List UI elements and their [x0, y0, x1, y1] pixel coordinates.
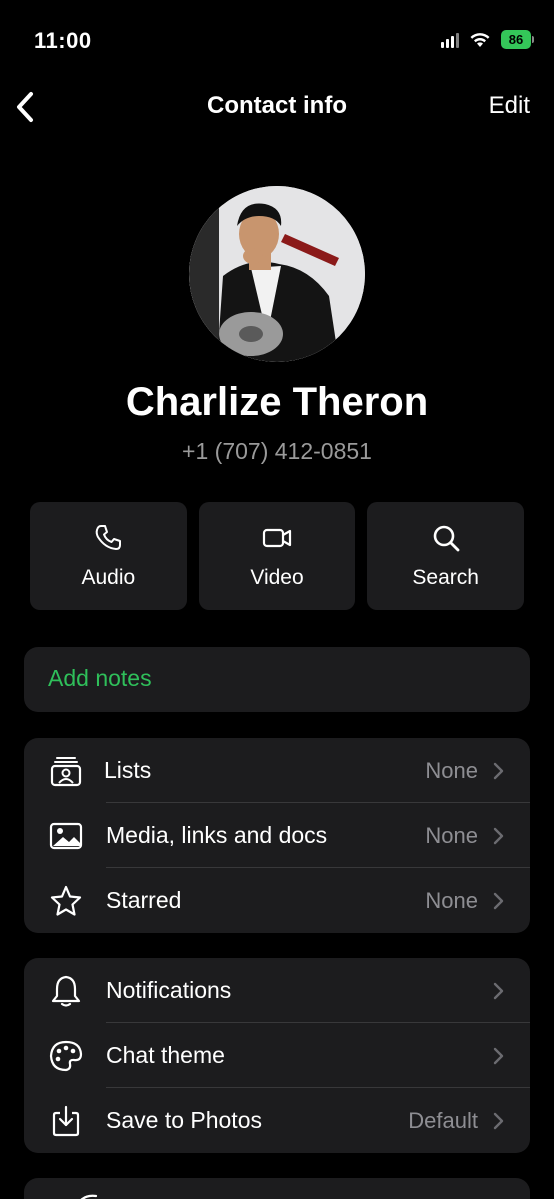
add-notes-link[interactable]: Add notes: [48, 665, 152, 692]
chevron-right-icon: [493, 827, 504, 844]
row-value-starred: None: [425, 887, 478, 913]
search-label: Search: [412, 566, 479, 589]
partial-row-icon: [80, 1194, 98, 1199]
image-icon: [49, 822, 83, 849]
row-save-to-photos[interactable]: Save to Photos Default: [24, 1088, 530, 1153]
row-media-links-docs[interactable]: Media, links and docs None: [24, 803, 530, 868]
page-title: Contact info: [207, 92, 347, 119]
row-lists[interactable]: Lists None: [24, 738, 530, 803]
video-icon: [262, 528, 292, 548]
video-call-button[interactable]: Video: [198, 502, 356, 610]
video-label: Video: [250, 566, 304, 589]
phone-icon: [96, 525, 122, 550]
battery-icon: 86: [501, 30, 534, 49]
audio-label: Audio: [81, 566, 136, 589]
status-bar: 11:00 86: [0, 0, 554, 80]
row-label-save-to-photos: Save to Photos: [106, 1107, 262, 1133]
chevron-right-icon: [493, 892, 504, 909]
row-value-save-to-photos: Default: [408, 1107, 478, 1133]
chevron-right-icon: [493, 982, 504, 999]
notes-card[interactable]: Add notes: [24, 647, 530, 712]
contact-phone: +1 (707) 412-0851: [182, 438, 372, 464]
status-icons: 86: [441, 30, 534, 49]
info-group-2: Notifications Chat theme Save to Photos …: [24, 958, 530, 1153]
edit-button[interactable]: Edit: [489, 92, 530, 120]
action-buttons: Audio Video Search: [30, 502, 525, 610]
avatar-photo: [189, 186, 365, 362]
info-group-1: Lists None Media, links and docs None St…: [24, 738, 530, 933]
row-label-notifications: Notifications: [106, 977, 232, 1003]
chevron-right-icon: [493, 1047, 504, 1064]
row-notifications[interactable]: Notifications: [24, 958, 530, 1023]
row-chat-theme[interactable]: Chat theme: [24, 1023, 530, 1088]
palette-icon: [49, 1040, 83, 1071]
status-time: 11:00: [34, 28, 92, 53]
row-value-lists: None: [425, 757, 478, 783]
lists-icon: [50, 756, 82, 786]
search-button[interactable]: Search: [367, 502, 525, 610]
search-icon: [433, 525, 460, 552]
row-starred[interactable]: Starred None: [24, 868, 530, 933]
contact-name: Charlize Theron: [125, 380, 429, 424]
audio-call-button[interactable]: Audio: [30, 502, 187, 610]
nav-bar: Contact info Edit: [0, 80, 554, 136]
save-download-icon: [52, 1105, 80, 1136]
row-label-media: Media, links and docs: [106, 822, 328, 848]
avatar[interactable]: [189, 186, 365, 362]
row-label-lists: Lists: [104, 757, 152, 783]
chevron-right-icon: [493, 762, 504, 779]
battery-level: 86: [501, 30, 531, 49]
chevron-right-icon: [493, 1112, 504, 1129]
row-label-starred: Starred: [106, 887, 182, 913]
row-label-chat-theme: Chat theme: [106, 1042, 225, 1068]
cellular-signal-icon: [441, 32, 459, 48]
row-value-media: None: [425, 822, 478, 848]
wifi-icon: [470, 32, 490, 47]
bell-icon: [51, 975, 81, 1007]
info-group-3: [24, 1178, 530, 1199]
star-icon: [50, 885, 82, 916]
